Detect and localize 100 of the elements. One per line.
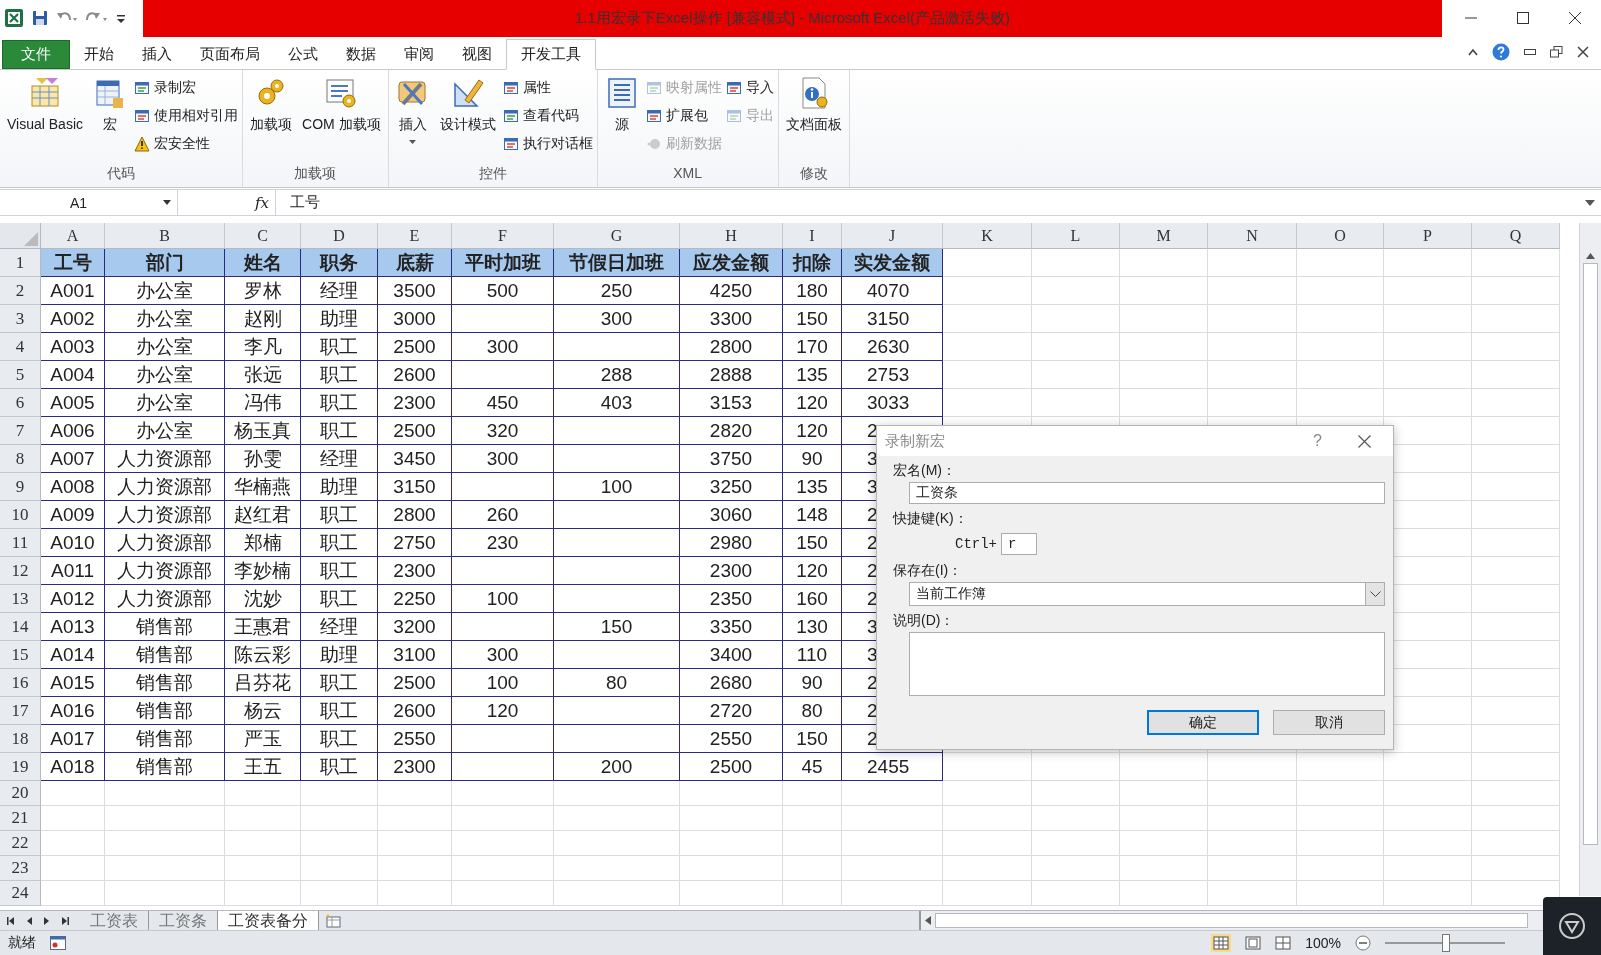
page-break-icon[interactable] <box>1275 936 1292 950</box>
row-number[interactable]: 21 <box>0 806 41 831</box>
row-number[interactable]: 3 <box>0 305 41 333</box>
row-number[interactable]: 12 <box>0 557 41 585</box>
row-number[interactable]: 24 <box>0 881 41 906</box>
row-number[interactable]: 17 <box>0 697 41 725</box>
ribbon-tab[interactable]: 开发工具 <box>506 39 596 70</box>
column-letter[interactable]: H <box>680 223 783 249</box>
ribbon-tab[interactable]: 插入 <box>128 40 186 69</box>
row-number[interactable]: 8 <box>0 445 41 473</box>
row-number[interactable]: 4 <box>0 333 41 361</box>
row-number[interactable]: 14 <box>0 613 41 641</box>
column-letter[interactable]: C <box>225 223 301 249</box>
ribbon-button[interactable]: 扩展包 <box>645 104 722 128</box>
ribbon-tab[interactable]: 审阅 <box>390 40 448 69</box>
column-letter[interactable]: L <box>1032 223 1120 249</box>
ribbon-button[interactable]: 录制宏 <box>134 76 238 100</box>
ribbon-button[interactable]: 查看代码 <box>502 104 593 128</box>
column-letter[interactable]: F <box>452 223 554 249</box>
close-icon[interactable] <box>1358 434 1371 448</box>
column-letter[interactable]: E <box>378 223 452 249</box>
input-field[interactable]: 工资条 <box>909 482 1385 504</box>
row-number[interactable]: 1 <box>0 249 41 277</box>
column-letter[interactable]: A <box>41 223 105 249</box>
zoom-out-icon[interactable] <box>1355 935 1371 951</box>
row-number[interactable]: 9 <box>0 473 41 501</box>
dialog-button[interactable]: 确定 <box>1147 710 1259 735</box>
zoom-slider[interactable] <box>1385 934 1505 952</box>
ribbon-button[interactable]: 宏 <box>90 76 130 165</box>
column-letter[interactable]: Q <box>1472 223 1560 249</box>
chevron-down-icon[interactable] <box>1369 591 1381 597</box>
expand-icon[interactable] <box>1585 199 1595 206</box>
ribbon-button[interactable]: COM 加载项 <box>299 76 384 165</box>
column-letter[interactable]: I <box>783 223 842 249</box>
column-letter[interactable]: G <box>554 223 680 249</box>
close-icon[interactable] <box>1569 12 1581 24</box>
ribbon-button[interactable]: 文档面板 <box>782 76 845 165</box>
horizontal-scrollbar[interactable] <box>919 911 1542 930</box>
column-letter[interactable]: M <box>1120 223 1208 249</box>
ribbon-button[interactable]: 源 <box>601 76 642 165</box>
column-letter[interactable]: P <box>1384 223 1472 249</box>
row-number[interactable]: 20 <box>0 781 41 806</box>
row-number[interactable]: 10 <box>0 501 41 529</box>
maximize-icon[interactable] <box>1517 12 1529 24</box>
formula-field[interactable]: 工号 <box>276 190 1585 215</box>
page-layout-icon[interactable] <box>1245 936 1262 950</box>
sheet-tab[interactable]: 工资表备分 <box>218 911 319 930</box>
row-number[interactable]: 13 <box>0 585 41 613</box>
row-number[interactable]: 23 <box>0 856 41 881</box>
column-letter[interactable]: O <box>1297 223 1384 249</box>
row-number[interactable]: 22 <box>0 831 41 856</box>
close-icon[interactable] <box>1577 46 1589 58</box>
collapse-ribbon-icon[interactable] <box>1468 48 1478 56</box>
ribbon-tab[interactable]: 开始 <box>70 40 128 69</box>
scroll-left-icon[interactable] <box>925 916 931 925</box>
column-letter[interactable]: D <box>301 223 378 249</box>
insert-function-button[interactable]: fx <box>255 193 269 212</box>
dropdown-arrow-icon[interactable] <box>163 200 171 205</box>
ribbon-tab[interactable]: 数据 <box>332 40 390 69</box>
ribbon-button[interactable]: 设计模式 <box>436 76 499 165</box>
ribbon-button[interactable]: 宏安全性 <box>134 132 238 156</box>
ribbon-button[interactable]: 导入 <box>725 76 774 100</box>
input-field[interactable]: r <box>1001 533 1037 555</box>
name-box[interactable]: A1 <box>0 190 178 215</box>
column-letter[interactable]: N <box>1208 223 1297 249</box>
excel-logo-icon[interactable] <box>4 8 24 28</box>
row-number[interactable]: 2 <box>0 277 41 305</box>
row-number[interactable]: 11 <box>0 529 41 557</box>
ribbon-tab[interactable]: 页面布局 <box>186 40 274 69</box>
column-letter[interactable]: B <box>105 223 225 249</box>
row-number[interactable]: 15 <box>0 641 41 669</box>
minimize-icon[interactable] <box>1524 49 1536 55</box>
ribbon-button[interactable]: 执行对话框 <box>502 132 593 156</box>
column-letter[interactable]: J <box>842 223 943 249</box>
row-number[interactable]: 5 <box>0 361 41 389</box>
ribbon-button[interactable]: Visual Basic <box>4 76 86 165</box>
dialog-button[interactable]: 取消 <box>1273 710 1385 735</box>
ribbon-button[interactable]: 加载项 <box>247 76 295 165</box>
ribbon-tab[interactable]: 视图 <box>448 40 506 69</box>
ribbon-button[interactable]: 属性 <box>502 76 593 100</box>
row-number[interactable]: 18 <box>0 725 41 753</box>
row-number[interactable]: 16 <box>0 669 41 697</box>
first-sheet-icon[interactable] <box>6 915 16 926</box>
help-button[interactable]: ? <box>1313 432 1322 450</box>
column-letter[interactable]: K <box>943 223 1032 249</box>
help-icon[interactable] <box>1492 43 1510 61</box>
record-macro-icon[interactable] <box>50 936 66 950</box>
file-tab[interactable]: 文件 <box>2 40 70 69</box>
ribbon-button[interactable]: 使用相对引用 <box>134 104 238 128</box>
floating-widget[interactable] <box>1543 897 1601 955</box>
save-icon[interactable] <box>32 10 48 26</box>
dropdown[interactable]: 当前工作簿 <box>909 582 1385 606</box>
row-number[interactable]: 19 <box>0 753 41 781</box>
scroll-up-icon[interactable] <box>1586 253 1595 259</box>
row-number[interactable]: 7 <box>0 417 41 445</box>
restore-icon[interactable] <box>1550 46 1563 58</box>
row-number[interactable]: 6 <box>0 389 41 417</box>
vertical-scrollbar[interactable] <box>1579 223 1601 896</box>
zoom-level[interactable]: 100% <box>1305 935 1341 951</box>
ribbon-button[interactable]: 插入 <box>392 76 433 165</box>
